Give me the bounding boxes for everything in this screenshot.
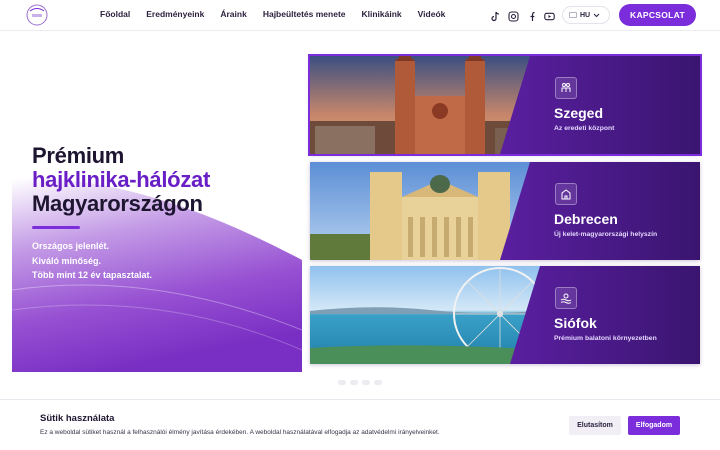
szeged-cathedral-image: [310, 56, 700, 154]
youtube-icon[interactable]: [544, 9, 555, 21]
cookie-title: Sütik használata: [40, 413, 115, 424]
instagram-icon[interactable]: [508, 9, 519, 22]
cookie-banner: Sütik használata Ez a weboldal sütiket h…: [0, 399, 720, 450]
waves-icon: [555, 287, 577, 309]
clinic-subtitle: Új kelet-magyarországi helyszín: [554, 231, 658, 238]
language-code: HU: [580, 11, 591, 19]
clinic-card-szeged[interactable]: Szeged Az eredeti központ: [308, 54, 702, 156]
debrecen-church-image: [310, 162, 700, 260]
contact-button[interactable]: KAPCSOLAT: [619, 4, 696, 26]
hero-title-line1: Prémium: [32, 143, 125, 168]
carousel-indicators: [338, 380, 382, 385]
site-header: Főoldal Eredményeink Áraink Hajbeültetés…: [0, 0, 720, 31]
hero-tagline-line: Országos jelenlét.: [32, 241, 110, 251]
building-icon: [555, 183, 577, 205]
chevron-down-icon: [593, 13, 600, 17]
hero-title: Prémium hajklinika-hálózat Magyarországo…: [32, 144, 210, 216]
clinic-subtitle: Az eredeti központ: [554, 125, 615, 132]
siofok-ferris-wheel-image: [310, 266, 700, 364]
clinic-subtitle: Prémium balatoni környezetben: [554, 335, 657, 342]
hero-tagline: Országos jelenlét. Kiváló minőség. Több …: [32, 239, 152, 283]
hero-title-line3: Magyarországon: [32, 191, 203, 216]
clinic-card-debrecen[interactable]: Debrecen Új kelet-magyarországi helyszín: [310, 162, 700, 260]
clinic-name: Debrecen: [554, 211, 618, 227]
carousel-dot[interactable]: [338, 380, 346, 385]
facebook-icon[interactable]: [526, 9, 537, 21]
nav-item-prices[interactable]: Áraink: [220, 9, 246, 19]
flag-icon: [569, 12, 577, 18]
carousel-dot[interactable]: [362, 380, 370, 385]
hero-tagline-line: Több mint 12 év tapasztalat.: [32, 270, 153, 280]
clinic-name: Szeged: [554, 105, 604, 121]
nav-item-procedure[interactable]: Hajbeültetés menete: [263, 9, 346, 19]
carousel-dot[interactable]: [374, 380, 382, 385]
main-nav: Főoldal Eredményeink Áraink Hajbeültetés…: [100, 9, 461, 19]
hero-underline: [32, 226, 80, 229]
people-icon: [555, 77, 577, 99]
nav-item-videos[interactable]: Videók: [418, 9, 446, 19]
reject-cookies-button[interactable]: Elutasítom: [569, 416, 621, 435]
hero-tagline-line: Kiváló minőség.: [32, 255, 102, 266]
clinic-card-siofok[interactable]: Siófok Prémium balatoni környezetben: [310, 266, 700, 364]
social-links: [490, 9, 555, 22]
nav-item-home[interactable]: Főoldal: [100, 9, 130, 19]
hero-title-line2: hajklinika-hálózat: [32, 167, 210, 192]
language-selector[interactable]: HU: [562, 6, 610, 24]
clinic-logo[interactable]: [24, 3, 50, 27]
accept-cookies-button[interactable]: Elfogadom: [628, 416, 680, 435]
carousel-dot[interactable]: [350, 380, 358, 385]
tiktok-icon[interactable]: [490, 9, 501, 22]
clinic-name: Siófok: [554, 315, 597, 331]
cookie-text: Ez a weboldal sütiket használ a felhaszn…: [40, 429, 440, 436]
nav-item-clinics[interactable]: Klinikáink: [362, 9, 402, 19]
nav-item-results[interactable]: Eredményeink: [146, 9, 204, 19]
